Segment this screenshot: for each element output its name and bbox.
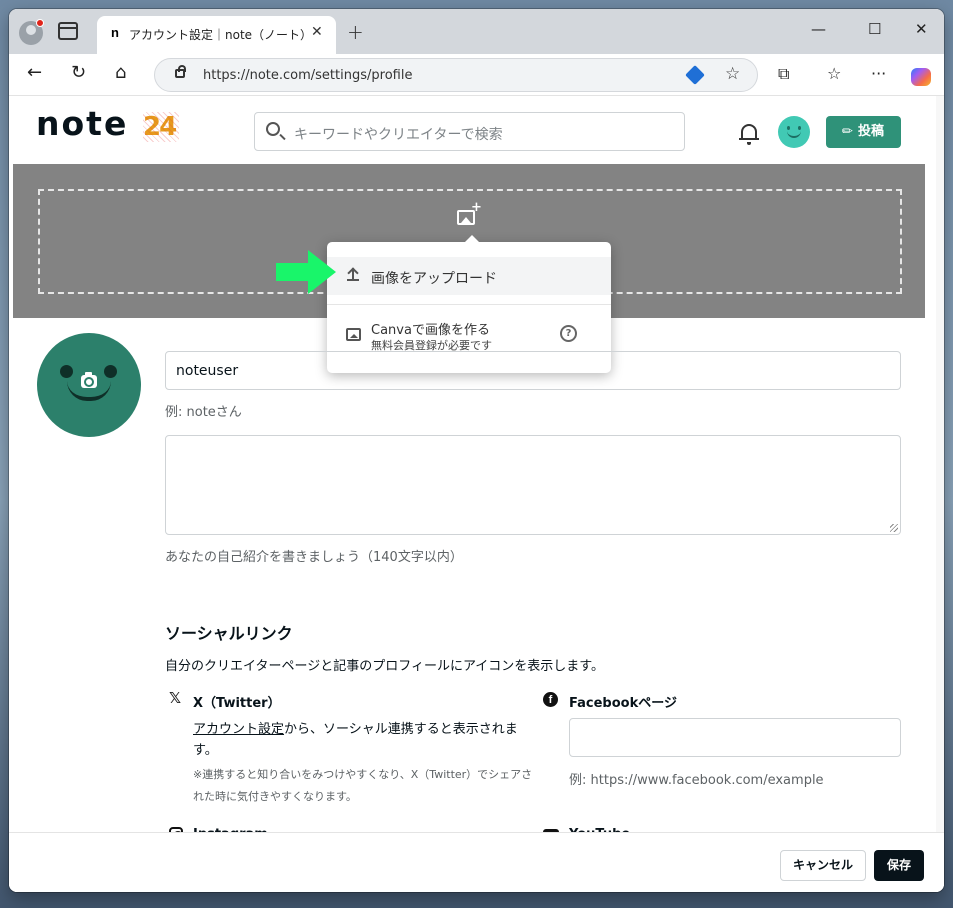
extensions-icon[interactable]: ⧉ — [778, 64, 789, 84]
tab-title: アカウント設定｜note（ノート） — [129, 28, 313, 42]
note-favicon-icon: n — [111, 25, 119, 40]
menu-item-canva[interactable]: Canvaで画像を作る — [371, 319, 490, 338]
site-header: note 24 キーワードやクリエイターで検索 ✎投稿 — [9, 96, 944, 164]
image-icon — [346, 328, 361, 341]
profile-avatar[interactable] — [37, 333, 141, 437]
avatar-right-eye — [104, 365, 117, 378]
tab-actions-icon[interactable] — [58, 22, 78, 40]
upload-label: 画像をアップロード — [371, 271, 497, 287]
page-scrollbar[interactable] — [936, 96, 944, 832]
address-bar[interactable]: https://note.com/settings/profile ☆ — [154, 58, 758, 92]
bio-textarea[interactable] — [165, 435, 901, 535]
search-input[interactable]: キーワードやクリエイターで検索 — [254, 112, 685, 151]
menu-item-upload[interactable]: 画像をアップロード — [327, 257, 611, 295]
x-twitter-label: X（Twitter） — [193, 696, 281, 711]
help-icon[interactable]: ? — [560, 325, 577, 342]
new-tab-button[interactable]: + — [347, 20, 364, 44]
post-button[interactable]: ✎投稿 — [826, 116, 901, 148]
facebook-hint: 例: https://www.facebook.com/example — [569, 773, 824, 788]
camera-icon[interactable] — [81, 372, 97, 388]
save-button[interactable]: 保存 — [874, 850, 924, 881]
facebook-url-field[interactable] — [569, 718, 901, 757]
bell-icon[interactable] — [739, 124, 759, 145]
lock-icon[interactable] — [175, 65, 186, 78]
tab-account-settings[interactable]: n アカウント設定｜note（ノート） ✕ — [97, 16, 336, 54]
close-window-button[interactable]: ✕ — [915, 20, 928, 38]
avatar-left-eye — [60, 365, 73, 378]
minimize-button[interactable]: — — [811, 20, 826, 38]
back-button[interactable]: ← — [27, 62, 42, 83]
home-button[interactable]: ⌂ — [115, 62, 126, 83]
menu-divider — [327, 304, 611, 305]
resize-grip-icon[interactable] — [890, 524, 898, 532]
green-arrow-annotation — [276, 250, 336, 294]
page-viewport: note 24 キーワードやクリエイターで検索 ✎投稿 画像をアップロード — [9, 96, 944, 892]
facebook-label: Facebookページ — [569, 696, 677, 711]
url-text[interactable]: https://note.com/settings/profile — [203, 68, 412, 83]
favorites-icon[interactable]: ☆ — [827, 64, 841, 83]
cancel-button[interactable]: キャンセル — [780, 850, 866, 881]
social-links-description: 自分のクリエイターページと記事のプロフィールにアイコンを表示します。 — [165, 659, 605, 674]
note-24-badge: 24 — [143, 112, 180, 142]
upload-icon — [347, 269, 359, 281]
display-name-value[interactable]: noteuser — [176, 363, 238, 379]
display-name-field[interactable]: noteuser — [165, 351, 901, 390]
facebook-icon: f — [543, 692, 558, 707]
x-twitter-icon: 𝕏 — [169, 689, 182, 707]
note-logo[interactable]: note — [36, 104, 128, 143]
more-menu-icon[interactable]: ··· — [871, 64, 886, 83]
add-image-icon[interactable] — [457, 200, 482, 225]
search-icon — [266, 122, 280, 136]
copilot-icon[interactable] — [911, 68, 931, 86]
maximize-button[interactable]: ☐ — [868, 20, 881, 38]
x-twitter-note: ※連携すると知り合いをみつけやすくなり、X（Twitter）でシェアされた時に気… — [193, 768, 533, 803]
search-placeholder: キーワードやクリエイターで検索 — [294, 127, 503, 143]
tab-strip: n アカウント設定｜note（ノート） ✕ + — ☐ ✕ — [9, 9, 944, 54]
bio-hint: あなたの自己紹介を書きましょう（140文字以内） — [165, 550, 463, 565]
close-tab-icon[interactable]: ✕ — [311, 24, 323, 40]
browser-toolbar: ← ↻ ⌂ https://note.com/settings/profile … — [9, 54, 944, 96]
display-name-hint: 例: noteさん — [165, 405, 242, 420]
notification-dot-icon — [36, 19, 44, 27]
menu-caret — [464, 235, 480, 243]
reload-button[interactable]: ↻ — [71, 62, 86, 83]
account-settings-link[interactable]: アカウント設定 — [193, 722, 284, 737]
action-bar: キャンセル 保存 — [9, 832, 944, 892]
x-twitter-body: アカウント設定から、ソーシャル連携すると表示されます。 — [193, 719, 523, 761]
user-avatar[interactable] — [778, 116, 810, 148]
add-favorite-star-icon[interactable]: ☆ — [725, 64, 740, 84]
social-links-title: ソーシャルリンク — [165, 624, 293, 643]
browser-window: n アカウント設定｜note（ノート） ✕ + — ☐ ✕ ← ↻ ⌂ http… — [9, 9, 944, 892]
shopping-tag-icon[interactable] — [685, 65, 705, 85]
